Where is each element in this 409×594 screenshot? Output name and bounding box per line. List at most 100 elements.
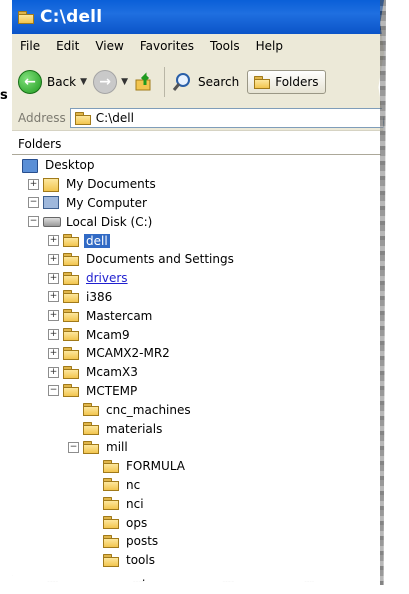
menu-help[interactable]: Help [248,39,291,53]
expand-icon [68,404,79,415]
folder-icon [63,252,79,266]
folder-icon [254,76,271,89]
tree-item-label: My Documents [66,177,156,192]
up-folder-button[interactable] [134,71,156,93]
collapse-icon[interactable]: − [28,216,39,228]
folder-icon [83,403,99,417]
tree-item[interactable]: ops [12,513,384,532]
tree-item[interactable]: − mill [12,438,384,457]
window-title: C:\dell [40,7,103,27]
expand-icon [88,517,99,528]
chevron-down-icon[interactable]: ▼ [80,77,87,87]
forward-button[interactable]: → ▼ [93,70,128,94]
menu-file[interactable]: File [12,39,48,53]
tree-item-label: Desktop [45,158,95,173]
folder-icon [103,516,119,530]
tree-item-label: mill [106,440,128,455]
folder-icon [63,234,79,248]
collapse-icon[interactable]: − [28,197,39,209]
search-button[interactable]: Search [171,71,239,93]
tree-item-label: MCTEMP [86,383,138,398]
chevron-down-icon[interactable]: ▼ [121,77,128,87]
tree-item[interactable]: + MCAMX2-MR2 [12,344,384,363]
back-label: Back [47,75,77,89]
folders-pane-header: Folders [12,134,384,155]
folder-icon [63,384,79,398]
tree-item[interactable]: − My Computer [12,194,384,213]
up-folder-icon [135,72,151,91]
folders-label: Folders [275,75,319,89]
tree-item[interactable]: nc [12,476,384,495]
collapse-icon[interactable]: − [48,385,59,397]
toolbar: ← Back ▼ → ▼ Search Folders [12,58,384,107]
expand-icon[interactable]: + [48,329,59,341]
tree-item[interactable]: + i386 [12,288,384,307]
tree-item-label: i386 [86,289,113,304]
folder-icon [103,553,119,567]
tree-item-label: dell [84,233,110,248]
tree-item-label: FORMULA [126,459,185,474]
menu-tools[interactable]: Tools [202,39,248,53]
tree-item[interactable]: posts [12,532,384,551]
address-label: Address [18,111,66,125]
tree-item-label: nci [126,496,144,511]
tree-item-label: My Computer [66,195,147,210]
torn-edge-decoration [380,0,386,585]
toolbar-separator [163,67,165,97]
address-field[interactable]: C:\dell [69,108,384,128]
tree-item[interactable]: + McamX3 [12,363,384,382]
tree-item[interactable]: cnc_machines [12,400,384,419]
address-value: C:\dell [95,111,134,125]
my-documents-icon [43,177,59,192]
collapse-icon[interactable]: − [68,441,79,453]
folder-icon [63,290,79,304]
tree-item[interactable]: − MCTEMP [12,382,384,401]
tree-item[interactable]: nci [12,494,384,513]
expand-icon [88,461,99,472]
folders-button[interactable]: Folders [247,70,326,94]
folder-icon [83,440,99,454]
tree-item[interactable]: tools [12,551,384,570]
forward-arrow-icon: → [93,70,118,94]
my-computer-icon [43,196,59,210]
expand-icon[interactable]: + [48,253,59,265]
tree-item-label: cnc_machines [106,402,191,417]
tree-item-label: materials [106,421,163,436]
tree-item[interactable]: + Mcam9 [12,325,384,344]
tree-item-label: nc [126,477,141,492]
expand-icon[interactable]: + [48,347,59,359]
expand-icon[interactable]: + [48,235,59,247]
tree-item-label: tools [126,553,155,568]
folder-icon [63,328,79,342]
expand-icon [88,555,99,566]
back-button[interactable]: ← Back ▼ [18,70,87,94]
back-arrow-icon: ← [18,70,42,94]
tree-item[interactable]: Desktop [12,156,384,175]
tree-item[interactable]: + dell [12,231,384,250]
tree-item[interactable]: + drivers [12,269,384,288]
expand-icon[interactable]: + [48,272,59,284]
local-disk-icon [43,215,61,228]
tree-item[interactable]: − Local Disk (C:) [12,212,384,231]
search-label: Search [197,75,240,89]
menu-bar: File Edit View Favorites Tools Help [12,34,384,59]
tree-item[interactable]: materials [12,419,384,438]
folder-icon [103,478,119,492]
menu-favorites[interactable]: Favorites [132,39,202,53]
menu-edit[interactable]: Edit [48,39,87,53]
tree-item[interactable]: + Documents and Settings [12,250,384,269]
explorer-window: C:\dell File Edit View Favorites Tools H… [12,0,384,582]
expand-icon[interactable]: + [48,310,59,322]
expand-icon[interactable]: + [48,366,59,378]
tree-item[interactable]: + Mastercam [12,306,384,325]
menu-view[interactable]: View [87,39,131,53]
partial-tree-item: loads [142,578,174,582]
title-bar[interactable]: C:\dell [12,0,384,34]
tree-item-label: Local Disk (C:) [66,214,153,229]
tree-item-label: MCAMX2-MR2 [86,346,170,361]
expand-icon[interactable]: + [48,291,59,303]
tree-item[interactable]: + My Documents [12,175,384,194]
tree-item[interactable]: FORMULA [12,457,384,476]
folder-icon [74,112,91,125]
expand-icon[interactable]: + [28,178,39,190]
